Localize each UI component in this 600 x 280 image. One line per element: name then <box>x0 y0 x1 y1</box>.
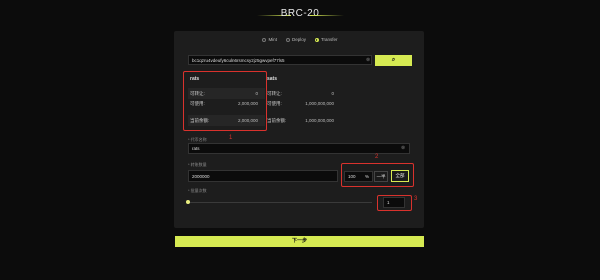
clear-icon[interactable]: ⊗ <box>366 57 370 63</box>
balance-value: 0 <box>331 91 334 96</box>
balance-label: 当前余额: <box>267 118 287 123</box>
annotation-box-3 <box>377 195 412 211</box>
annotation-box-1 <box>183 71 267 131</box>
address-input[interactable]: bc1qzru4vdeufy6culn6rsmcsy2jz5gwvpef77ls… <box>188 55 372 65</box>
search-button[interactable]: ⌕ <box>375 55 412 66</box>
search-icon: ⌕ <box>391 57 396 63</box>
radio-dot-selected-icon <box>314 37 319 42</box>
batch-section-text: 批量次数 <box>190 188 207 193</box>
annotation-number: 3 <box>414 196 418 202</box>
radio-dot-icon <box>262 37 267 42</box>
radio-dot-icon <box>285 37 290 42</box>
token-section-text: 代币名称 <box>190 137 207 142</box>
radio-label: Mint <box>268 37 277 42</box>
annotation-number: 2 <box>375 154 379 160</box>
batch-slider-track[interactable] <box>189 202 372 203</box>
amount-section-text: 转账数量 <box>190 162 207 167</box>
annotation-box-2 <box>341 163 414 187</box>
radio-label: Deploy <box>291 37 306 42</box>
balance-label: 可转让: <box>267 91 282 96</box>
balance-value: 1,000,000,000 <box>305 118 334 123</box>
balance-value: 1,000,000,000 <box>305 101 334 106</box>
token-name-input[interactable]: rats <box>188 143 410 154</box>
tab-sats[interactable]: sats <box>267 76 277 82</box>
mode-radio-group: Mint Deploy Transfer <box>0 37 600 42</box>
radio-mint[interactable]: Mint <box>262 37 277 42</box>
amount-input[interactable]: 2000000 <box>188 170 338 182</box>
radio-label: Transfer <box>320 37 338 42</box>
radio-transfer[interactable]: Transfer <box>314 37 338 42</box>
clear-icon[interactable]: ⊗ <box>401 145 405 151</box>
next-button[interactable]: 下一步 <box>175 236 424 247</box>
balance-label: 可使用: <box>267 101 282 106</box>
batch-section-label: * 批量次数 <box>188 188 207 193</box>
title-decor-right <box>310 15 344 16</box>
amount-section-label: * 转账数量 <box>188 162 207 167</box>
annotation-number: 1 <box>229 135 233 141</box>
batch-slider-handle[interactable] <box>186 200 190 204</box>
radio-deploy[interactable]: Deploy <box>285 37 306 42</box>
page-title: BRC-20 <box>280 8 320 19</box>
